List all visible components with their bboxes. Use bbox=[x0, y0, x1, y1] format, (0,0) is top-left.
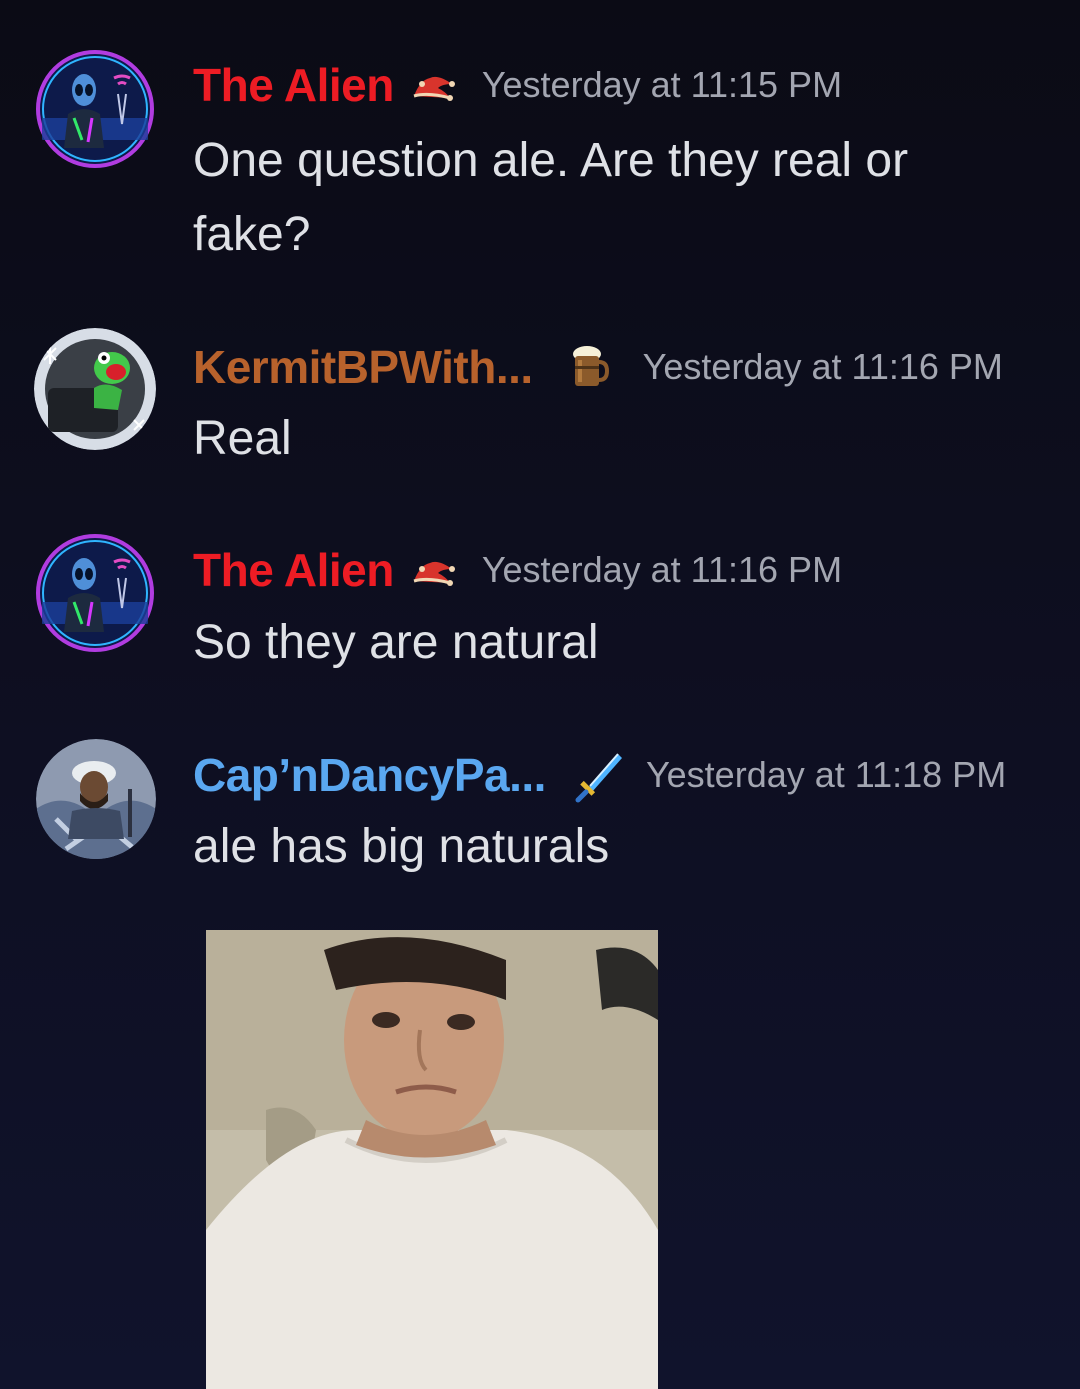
message-content: So they are natural bbox=[193, 616, 599, 669]
attached-photo bbox=[206, 930, 658, 1389]
image-attachment[interactable] bbox=[206, 930, 658, 1389]
username[interactable]: The Alien bbox=[193, 58, 394, 112]
message-header: Cap’nDancyPa... Yesterday at 11:18 PM bbox=[193, 748, 1007, 803]
message-header: KermitBPWith... Yesterday at 11:16 PM bbox=[193, 340, 1003, 394]
timestamp: Yesterday at 11:16 PM bbox=[481, 549, 843, 590]
alien-avatar-icon bbox=[36, 50, 154, 168]
jester-hat-icon bbox=[408, 62, 458, 108]
soldier-avatar-icon bbox=[36, 739, 156, 859]
timestamp: Yesterday at 11:16 PM bbox=[642, 346, 1003, 387]
message-content: ale has big naturals bbox=[193, 820, 610, 873]
message-header: The Alien Yesterday at 11:16 PM bbox=[193, 543, 842, 597]
beer-mug-icon bbox=[569, 344, 609, 390]
timestamp: Yesterday at 11:15 PM bbox=[481, 64, 843, 105]
username[interactable]: Cap’nDancyPa... bbox=[193, 748, 546, 802]
avatar-kermit[interactable] bbox=[34, 328, 156, 450]
timestamp: Yesterday at 11:18 PM bbox=[645, 754, 1007, 795]
username[interactable]: The Alien bbox=[193, 543, 394, 597]
username[interactable]: KermitBPWith... bbox=[193, 340, 533, 394]
message-content: One question ale. Are they real or fake? bbox=[193, 134, 909, 261]
jester-hat-icon bbox=[408, 547, 458, 593]
sword-icon bbox=[572, 752, 622, 803]
kermit-avatar-icon bbox=[34, 328, 156, 450]
message-content: Real bbox=[193, 412, 292, 465]
avatar-the-alien[interactable] bbox=[34, 532, 156, 654]
avatar-capndancy[interactable] bbox=[36, 739, 156, 859]
message-header: The Alien Yesterday at 11:15 PM bbox=[193, 58, 842, 112]
alien-avatar-icon bbox=[36, 534, 154, 652]
avatar-the-alien[interactable] bbox=[34, 48, 156, 170]
